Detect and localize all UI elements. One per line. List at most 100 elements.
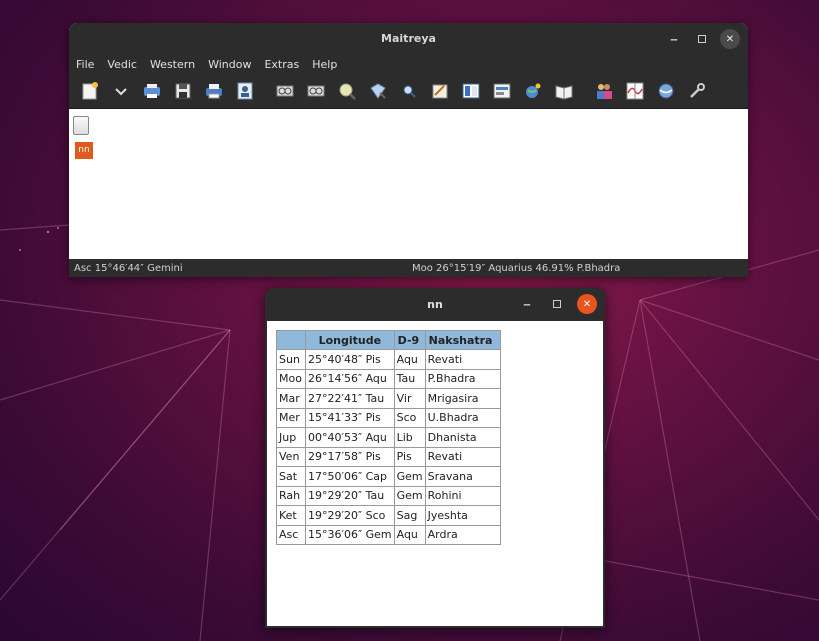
longitude-cell: 15°36′06″ Gem	[305, 524, 395, 545]
planet-cell: Mer	[276, 407, 306, 428]
nn-titlebar[interactable]: nn ‒ ✕	[265, 288, 605, 320]
planet-cell: Asc	[276, 524, 306, 545]
chart-button-2[interactable]	[305, 80, 327, 102]
header-d9: D-9	[393, 330, 426, 350]
panel-button[interactable]	[491, 80, 513, 102]
chart-wheel-icon	[276, 85, 294, 97]
maitreya-window: Maitreya ‒ ✕ File Vedic Western Window E…	[69, 23, 748, 277]
partner-button[interactable]	[593, 80, 615, 102]
table-row: Rah 19°29′20″ Tau Gem Rohini	[276, 485, 501, 506]
panel-icon	[493, 83, 511, 99]
edit-button[interactable]	[429, 80, 451, 102]
graph-icon	[626, 82, 644, 100]
minimize-icon: ‒	[670, 32, 678, 46]
table-button[interactable]	[460, 80, 482, 102]
menu-western[interactable]: Western	[150, 58, 195, 71]
d9-cell: Sco	[393, 407, 426, 428]
longitude-cell: 29°17′58″ Pis	[305, 446, 395, 467]
table-row: Moo 26°14′56″ Aqu Tau P.Bhadra	[276, 368, 501, 389]
open-dropdown-button[interactable]	[110, 80, 132, 102]
printer-button[interactable]	[203, 80, 225, 102]
globe-button[interactable]	[522, 80, 544, 102]
gemstone-icon	[370, 83, 386, 99]
status-moon: Moo 26°15′19″ Aquarius 46.91% P.Bhadra	[412, 262, 621, 274]
status-bar: Asc 15°46′44″ Gemini Moo 26°15′19″ Aquar…	[69, 259, 748, 277]
nakshatra-cell: Ardra	[424, 524, 501, 545]
main-content-area: nn	[69, 109, 748, 259]
tools-icon	[690, 83, 705, 98]
table-row: Ven 29°17′58″ Pis Pis Revati	[276, 446, 501, 467]
tools-button[interactable]	[686, 80, 708, 102]
person-button[interactable]	[234, 80, 256, 102]
planet-cell: Mar	[276, 388, 306, 409]
table-icon	[462, 83, 480, 99]
nn-close-button[interactable]: ✕	[577, 294, 597, 314]
planet-cell: Ket	[276, 505, 306, 526]
d9-cell: Gem	[393, 466, 426, 487]
d9-cell: Lib	[393, 427, 426, 448]
new-chart-button[interactable]	[79, 80, 101, 102]
header-nakshatra: Nakshatra	[424, 330, 501, 350]
graph-button[interactable]	[624, 80, 646, 102]
longitude-cell: 19°29′20″ Sco	[305, 505, 395, 526]
main-titlebar[interactable]: Maitreya ‒ ✕	[69, 23, 748, 54]
table-row: Sat 17°50′06″ Cap Gem Sravana	[276, 466, 501, 487]
zoom-icon	[403, 85, 416, 98]
header-longitude: Longitude	[305, 330, 395, 350]
book-button[interactable]	[553, 80, 575, 102]
maximize-button[interactable]	[692, 29, 712, 49]
nakshatra-cell: Dhanista	[424, 427, 501, 448]
chevron-down-icon	[115, 88, 127, 96]
menu-file[interactable]: File	[76, 58, 94, 71]
planet-cell: Rah	[276, 485, 306, 506]
nakshatra-cell: Revati	[424, 446, 501, 467]
nakshatra-cell: Mrigasira	[424, 388, 501, 409]
menu-help[interactable]: Help	[312, 58, 337, 71]
planet-cell: Moo	[276, 368, 306, 389]
longitude-cell: 19°29′20″ Tau	[305, 485, 395, 506]
book-icon	[555, 85, 573, 100]
planet-table: Longitude D-9 Nakshatra Sun 25°40′48″ Pis…	[276, 330, 501, 545]
child-window-badge[interactable]: nn	[75, 142, 93, 159]
zoom-button[interactable]	[398, 80, 420, 102]
header-planet	[276, 330, 306, 350]
document-icon[interactable]	[73, 116, 89, 135]
table-row: Mar 27°22′41″ Tau Vir Mrigasira	[276, 388, 501, 409]
menu-window[interactable]: Window	[208, 58, 251, 71]
nn-minimize-button[interactable]: ‒	[517, 294, 537, 314]
window-title: Maitreya	[381, 32, 436, 45]
new-chart-icon	[82, 82, 98, 100]
longitude-cell: 00°40′53″ Aqu	[305, 427, 395, 448]
nn-maximize-button[interactable]	[547, 294, 567, 314]
d9-cell: Tau	[393, 368, 426, 389]
menu-vedic[interactable]: Vedic	[107, 58, 137, 71]
table-row: Mer 15°41′33″ Pis Sco U.Bhadra	[276, 407, 501, 428]
print-preview-button[interactable]	[141, 80, 163, 102]
table-row: Asc 15°36′06″ Gem Aqu Ardra	[276, 524, 501, 545]
toolbar	[69, 74, 748, 109]
world-button[interactable]	[655, 80, 677, 102]
globe-icon	[526, 83, 541, 98]
longitude-cell: 15°41′33″ Pis	[305, 407, 395, 428]
maximize-icon	[553, 300, 561, 308]
gemstone-button[interactable]	[367, 80, 389, 102]
chart-button-1[interactable]	[274, 80, 296, 102]
person-icon	[237, 82, 253, 100]
d9-cell: Aqu	[393, 349, 426, 370]
nakshatra-cell: Sravana	[424, 466, 501, 487]
longitude-cell: 26°14′56″ Aqu	[305, 368, 395, 389]
close-icon: ✕	[582, 298, 592, 310]
minimize-button[interactable]: ‒	[664, 29, 684, 49]
close-button[interactable]: ✕	[720, 29, 740, 49]
search-button[interactable]	[336, 80, 358, 102]
chart-wheel-icon	[307, 85, 325, 97]
save-button[interactable]	[172, 80, 194, 102]
nakshatra-cell: Jyeshta	[424, 505, 501, 526]
nakshatra-cell: Rohini	[424, 485, 501, 506]
print-icon	[144, 84, 160, 98]
menu-extras[interactable]: Extras	[264, 58, 299, 71]
d9-cell: Aqu	[393, 524, 426, 545]
d9-cell: Pis	[393, 446, 426, 467]
nn-window: nn ‒ ✕ Longitude D-9 Nakshatra Sun 25°40…	[265, 288, 605, 628]
nakshatra-cell: Revati	[424, 349, 501, 370]
